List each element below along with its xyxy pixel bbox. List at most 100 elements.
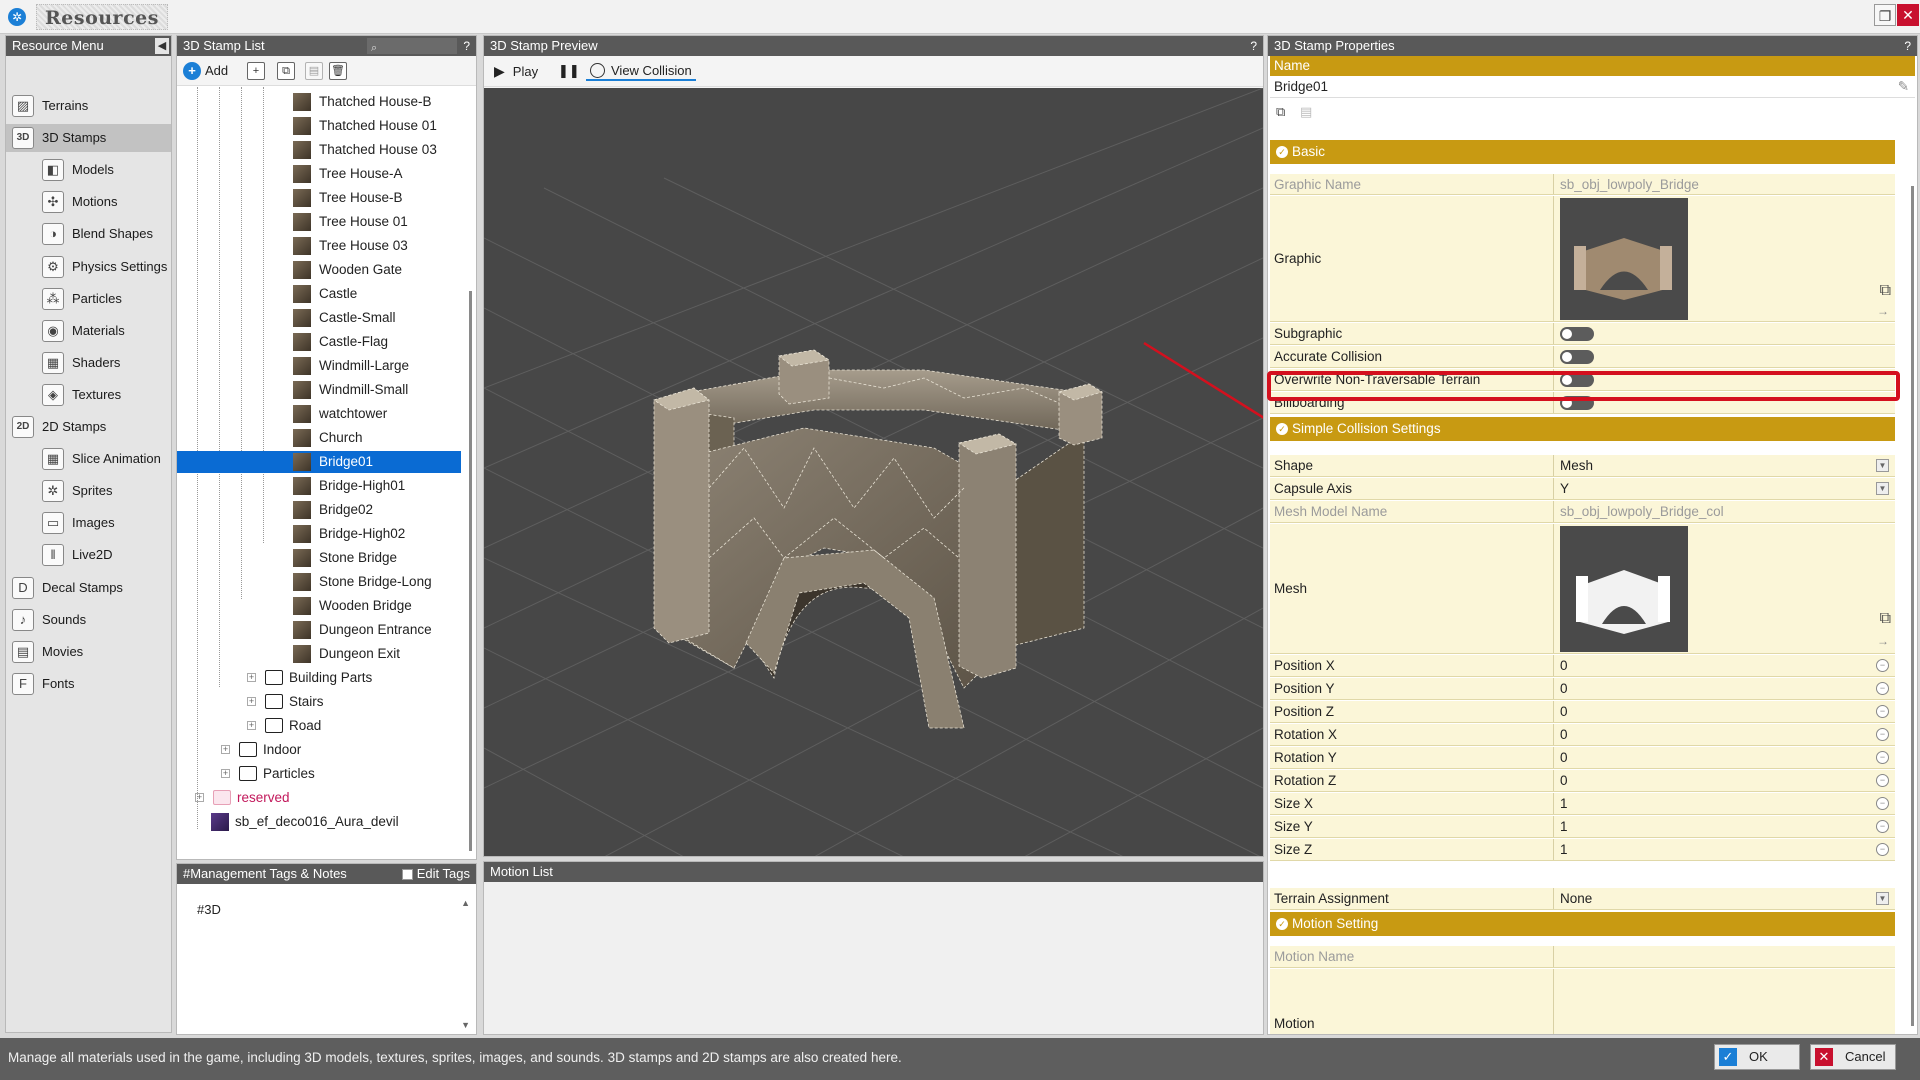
copy-icon[interactable]: ⧉ [1276, 104, 1285, 120]
list-item[interactable]: Windmill-Large [177, 355, 461, 377]
list-item[interactable]: Wooden Gate [177, 259, 461, 281]
arrow-right-icon[interactable]: → [1877, 634, 1889, 648]
list-item[interactable]: Castle [177, 283, 461, 305]
collapse-menu-icon[interactable]: ◀ [155, 38, 169, 54]
subgraphic-toggle[interactable] [1560, 327, 1594, 341]
copy-icon[interactable]: ⧉ [277, 62, 295, 80]
restore-window-button[interactable]: ❐ [1874, 4, 1896, 26]
menu-item-images[interactable]: ▭ Images [6, 509, 171, 537]
list-item[interactable]: Thatched House 03 [177, 139, 461, 161]
section-motion-setting[interactable]: ✓ Motion Setting [1270, 912, 1895, 936]
menu-item-blend-shapes[interactable]: ◑ Blend Shapes [6, 220, 171, 248]
menu-item-fonts[interactable]: F Fonts [6, 670, 171, 698]
list-item[interactable]: Bridge02 [177, 499, 461, 521]
menu-item-models[interactable]: ◧ Models [6, 156, 171, 184]
menu-item-movies[interactable]: ▤ Movies [6, 638, 171, 666]
expand-icon[interactable]: + [247, 721, 256, 730]
reset-icon[interactable]: − [1876, 728, 1889, 741]
list-item[interactable]: Windmill-Small [177, 379, 461, 401]
menu-item-particles[interactable]: ⁂ Particles [6, 285, 171, 313]
menu-item-terrains[interactable]: ▨ Terrains [6, 92, 171, 120]
reset-icon[interactable]: − [1876, 659, 1889, 672]
list-item[interactable]: Tree House 03 [177, 235, 461, 257]
list-item[interactable]: Church [177, 427, 461, 449]
scroll-up-icon[interactable]: ▲ [461, 898, 470, 908]
reset-icon[interactable]: − [1876, 705, 1889, 718]
list-item[interactable]: Castle-Small [177, 307, 461, 329]
mesh-thumbnail[interactable] [1560, 526, 1688, 652]
menu-item-2d-stamps[interactable]: 2D 2D Stamps [6, 413, 171, 441]
reset-icon[interactable]: − [1876, 843, 1889, 856]
list-item[interactable]: Tree House 01 [177, 211, 461, 233]
expand-icon[interactable]: + [247, 673, 256, 682]
list-item[interactable]: Bridge-High02 [177, 523, 461, 545]
name-field[interactable]: Bridge01 ✎ [1270, 76, 1915, 98]
menu-item-textures[interactable]: ◈ Textures [6, 381, 171, 409]
edit-pencil-icon[interactable]: ✎ [1898, 76, 1909, 98]
expand-icon[interactable]: + [247, 697, 256, 706]
menu-item-physics-settings[interactable]: ⚙ Physics Settings [6, 253, 171, 281]
properties-scrollbar[interactable] [1911, 186, 1914, 1026]
dropdown-icon[interactable]: ▼ [1876, 482, 1889, 495]
dropdown-icon[interactable]: ▼ [1876, 892, 1889, 905]
list-item[interactable]: Bridge01 [177, 451, 461, 473]
menu-item-live2d[interactable]: ‖ Live2D [6, 541, 171, 569]
close-window-button[interactable]: ✕ [1897, 4, 1919, 26]
arrow-right-icon[interactable]: → [1877, 304, 1889, 318]
expand-icon[interactable]: + [195, 793, 204, 802]
help-icon[interactable]: ? [463, 36, 470, 56]
scroll-down-icon[interactable]: ▼ [461, 1020, 470, 1030]
accurate-collision-toggle[interactable] [1560, 350, 1594, 364]
stamp-search-input[interactable]: ⌕ [367, 38, 457, 54]
reset-icon[interactable]: − [1876, 682, 1889, 695]
reset-icon[interactable]: − [1876, 820, 1889, 833]
list-item[interactable]: Tree House-A [177, 163, 461, 185]
expand-icon[interactable]: + [221, 769, 230, 778]
edit-tags-checkbox[interactable]: Edit Tags [401, 864, 470, 884]
menu-item-shaders[interactable]: ▦ Shaders [6, 349, 171, 377]
list-item[interactable]: watchtower [177, 403, 461, 425]
menu-item-slice-animation[interactable]: ▦ Slice Animation [6, 445, 171, 473]
paste-icon[interactable]: ▤ [305, 62, 323, 80]
list-item[interactable]: Stone Bridge [177, 547, 461, 569]
tags-text[interactable]: #3D [197, 902, 221, 917]
select-mesh-icon[interactable]: ⧉ [1880, 610, 1891, 628]
help-icon[interactable]: ? [1250, 36, 1257, 56]
dropdown-icon[interactable]: ▼ [1876, 459, 1889, 472]
help-icon[interactable]: ? [1904, 36, 1911, 56]
menu-item-sounds[interactable]: ♪ Sounds [6, 606, 171, 634]
view-collision-toggle[interactable]: View Collision [586, 61, 696, 81]
menu-item-decal-stamps[interactable]: D Decal Stamps [6, 574, 171, 602]
section-basic[interactable]: ✓ Basic [1270, 140, 1895, 164]
section-simple-collision[interactable]: ✓ Simple Collision Settings [1270, 417, 1895, 441]
play-button[interactable]: ▶ Play [494, 61, 538, 81]
reset-icon[interactable]: − [1876, 774, 1889, 787]
list-item[interactable]: Tree House-B [177, 187, 461, 209]
pause-button[interactable]: ❚❚ [558, 61, 580, 81]
reset-icon[interactable]: − [1876, 797, 1889, 810]
ok-button[interactable]: ✓ OK [1714, 1044, 1800, 1070]
list-item[interactable]: Wooden Bridge [177, 595, 461, 617]
list-item[interactable]: Dungeon Exit [177, 643, 461, 665]
add-folder-icon[interactable]: + [247, 62, 265, 80]
delete-icon[interactable]: 🗑 [329, 62, 347, 80]
menu-item-motions[interactable]: ✣ Motions [6, 188, 171, 216]
list-item[interactable]: Thatched House-B [177, 91, 461, 113]
expand-icon[interactable]: + [221, 745, 230, 754]
cancel-button[interactable]: ✕ Cancel [1810, 1044, 1896, 1070]
list-item[interactable]: Castle-Flag [177, 331, 461, 353]
paste-icon[interactable]: ▤ [1300, 104, 1312, 120]
menu-item-3d-stamps[interactable]: 3D 3D Stamps [6, 124, 171, 153]
3d-preview-viewport[interactable] [484, 87, 1263, 856]
reset-icon[interactable]: − [1876, 751, 1889, 764]
list-item[interactable]: Thatched House 01 [177, 115, 461, 137]
menu-item-materials[interactable]: ◉ Materials [6, 317, 171, 345]
list-item[interactable]: Dungeon Entrance [177, 619, 461, 641]
stamp-list-scrollbar[interactable] [469, 291, 472, 851]
add-button[interactable]: + Add [183, 61, 228, 81]
select-graphic-icon[interactable]: ⧉ [1880, 282, 1891, 300]
list-item[interactable]: Stone Bridge-Long [177, 571, 461, 593]
list-item[interactable]: Bridge-High01 [177, 475, 461, 497]
menu-item-sprites[interactable]: ✲ Sprites [6, 477, 171, 505]
graphic-thumbnail[interactable] [1560, 198, 1688, 320]
